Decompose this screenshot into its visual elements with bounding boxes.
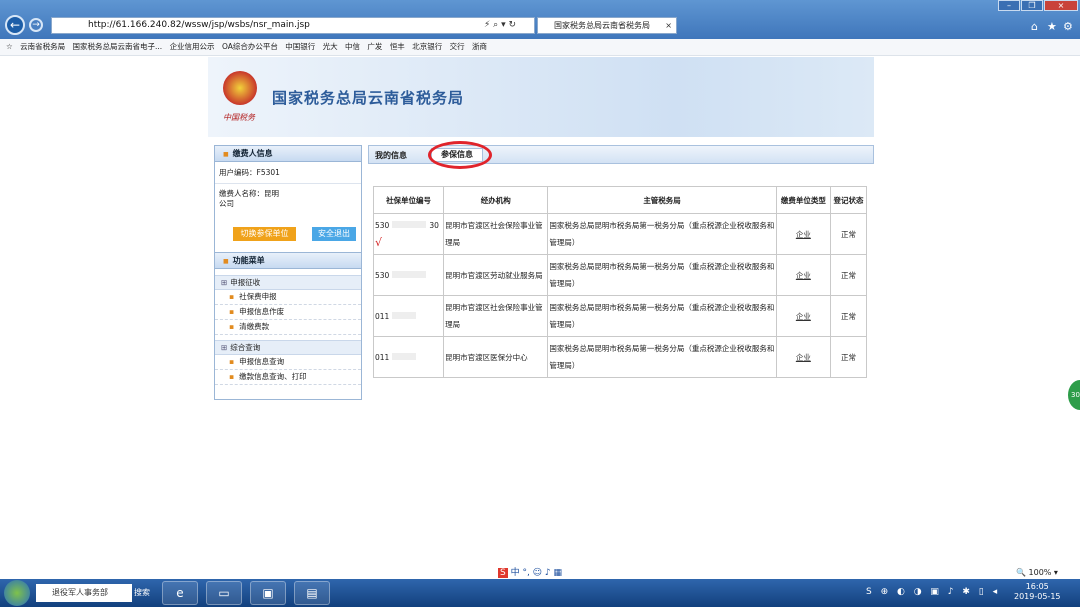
app2-icon[interactable]: ▤ <box>294 581 330 605</box>
col-unit-code: 社保单位编号 <box>372 186 445 214</box>
ime-status: 中 °, ☺ ♪ ▦ <box>510 568 563 578</box>
table-header-row: 社保单位编号 经办机构 主管税务局 缴费单位类型 登记状态 <box>372 186 868 214</box>
bureau: 国家税务总局昆明市税务局第一税务分局（重点税源企业税收服务和管理局） <box>547 213 777 255</box>
taxpayer-name-suffix: 公司 <box>219 199 234 208</box>
fav-item[interactable]: 恒丰 <box>390 42 405 51</box>
tax-emblem-icon <box>223 71 257 105</box>
taskbar-search-button[interactable]: 搜索 <box>134 584 150 602</box>
url-text: http://61.166.240.82/wssw/jsp/wsbs/nsr_m… <box>88 20 310 30</box>
address-bar[interactable]: http://61.166.240.82/wssw/jsp/wsbs/nsr_m… <box>51 17 535 34</box>
unit-code: 011 <box>372 295 445 337</box>
settings-gear-icon[interactable]: ⚙ <box>1063 20 1073 33</box>
close-tab-icon[interactable]: × <box>665 18 672 33</box>
taskbar-search-input[interactable]: 退役军人事务部 <box>36 584 132 602</box>
home-icon[interactable]: ⌂ <box>1031 20 1038 33</box>
bureau: 国家税务总局昆明市税务局第一税务分局（重点税源企业税收服务和管理局） <box>547 254 777 296</box>
fav-item[interactable]: 云南省税务局 <box>20 42 65 51</box>
unit-type-link[interactable]: 企业 <box>775 254 831 296</box>
fav-item[interactable]: 交行 <box>450 42 465 51</box>
agency: 昆明市官渡区社会保险事业管理局 <box>443 213 549 255</box>
agency: 昆明市官渡区劳动就业服务局 <box>443 254 549 296</box>
sogou-icon: S <box>498 568 508 578</box>
fav-item[interactable]: 企业信用公示 <box>170 42 215 51</box>
fav-item[interactable]: 光大 <box>323 42 338 51</box>
page-title: 国家税务总局云南省税务局 <box>272 89 465 107</box>
logout-button[interactable]: 安全退出 <box>312 227 356 241</box>
highlight-circle <box>428 141 492 169</box>
favorites-star-icon[interactable]: ★ <box>1047 20 1057 33</box>
favorite-star-icon: ☆ <box>6 42 13 51</box>
menu-item-declare-void[interactable]: 申报信息作废 <box>215 305 361 320</box>
function-menu-title: 功能菜单 <box>215 253 361 269</box>
unit-code: 530 30 √ <box>372 213 445 255</box>
folder-icon[interactable]: ▭ <box>206 581 242 605</box>
taxpayer-name-label: 缴费人名称：昆明 <box>219 189 279 198</box>
col-bureau: 主管税务局 <box>547 186 777 214</box>
selected-check-icon: √ <box>375 235 383 249</box>
taskbar: 退役军人事务部 搜索 e ▭ ▣ ▤ S ⊕ ◐ ◑ ▣ ♪ ✱ ▯ ◂ 16:… <box>0 579 1080 607</box>
fav-item[interactable]: 中信 <box>345 42 360 51</box>
favorites-bar: ☆ 云南省税务局 国家税务总局云南省电子... 企业信用公示 OA综合办公平台 … <box>0 39 1080 56</box>
insured-units-table: 社保单位编号 经办机构 主管税务局 缴费单位类型 登记状态 530 30 √ 昆明市… <box>372 186 868 378</box>
agency: 昆明市官渡区社会保险事业管理局 <box>443 295 549 337</box>
taxpayer-name: 缴费人名称：昆明 公司 <box>215 184 361 212</box>
forward-button[interactable]: → <box>29 18 43 32</box>
fav-item[interactable]: 北京银行 <box>412 42 442 51</box>
col-agency: 经办机构 <box>443 186 549 214</box>
fav-item[interactable]: 浙商 <box>472 42 487 51</box>
unit-code: 530 <box>372 254 445 296</box>
floating-widget-button[interactable]: 30 <box>1068 380 1080 410</box>
menu-item-payment-query-print[interactable]: 缴款信息查询、打印 <box>215 370 361 385</box>
menu-item-pay-fees[interactable]: 清缴费款 <box>215 320 361 335</box>
menu-item-declare-query[interactable]: 申报信息查询 <box>215 355 361 370</box>
taxpayer-info-title: 缴费人信息 <box>215 146 361 162</box>
status: 正常 <box>829 336 868 378</box>
zoom-level[interactable]: 🔍 100% ▾ <box>1016 568 1058 577</box>
menu-item-social-fee-declare[interactable]: 社保费申报 <box>215 290 361 305</box>
fav-item[interactable]: 国家税务总局云南省电子... <box>73 42 163 51</box>
switch-unit-button[interactable]: 切换参保单位 <box>233 227 296 241</box>
table-row[interactable]: 011 昆明市官渡区医保分中心 国家税务总局昆明市税务局第一税务分局（重点税源企… <box>372 336 868 378</box>
bureau: 国家税务总局昆明市税务局第一税务分局（重点税源企业税收服务和管理局） <box>547 295 777 337</box>
user-code: 用户编码：F5301 <box>215 162 361 184</box>
col-status: 登记状态 <box>829 186 868 214</box>
address-tools-icon[interactable]: ⚡ ⌕ ▾ ↻ <box>484 18 516 33</box>
clock[interactable]: 16:05 2019-05-15 <box>1014 582 1061 602</box>
back-button[interactable]: ← <box>5 15 25 35</box>
status: 正常 <box>829 254 868 296</box>
unit-type-link[interactable]: 企业 <box>775 295 831 337</box>
close-window-button[interactable]: × <box>1044 0 1078 11</box>
agency: 昆明市官渡区医保分中心 <box>443 336 549 378</box>
unit-type-link[interactable]: 企业 <box>775 336 831 378</box>
menu-group-query[interactable]: 综合查询 <box>215 340 361 355</box>
app-icon[interactable]: ▣ <box>250 581 286 605</box>
fav-item[interactable]: 中国银行 <box>285 42 315 51</box>
table-row[interactable]: 011 昆明市官渡区社会保险事业管理局 国家税务总局昆明市税务局第一税务分局（重… <box>372 295 868 337</box>
fav-item[interactable]: 广发 <box>367 42 382 51</box>
ime-toolbar[interactable]: S 中 °, ☺ ♪ ▦ <box>498 565 562 578</box>
restore-button[interactable]: ❐ <box>1021 0 1043 11</box>
browser-titlebar: ← → http://61.166.240.82/wssw/jsp/wsbs/n… <box>0 0 1080 39</box>
fav-item[interactable]: OA综合办公平台 <box>222 42 278 51</box>
status: 正常 <box>829 213 868 255</box>
browser-tab[interactable]: 国家税务总局云南省税务局 × <box>537 17 677 34</box>
start-button[interactable] <box>4 580 30 606</box>
taxpayer-info-panel: 缴费人信息 用户编码：F5301 缴费人名称：昆明 公司 切换参保单位 安全退出 <box>214 145 362 257</box>
system-tray-icons[interactable]: S ⊕ ◐ ◑ ▣ ♪ ✱ ▯ ◂ <box>866 587 1000 597</box>
header-banner: 中国税务 国家税务总局云南省税务局 <box>208 57 874 137</box>
minimize-button[interactable]: – <box>998 0 1020 11</box>
ie-icon[interactable]: e <box>162 581 198 605</box>
tab-title: 国家税务总局云南省税务局 <box>554 21 650 30</box>
unit-type-link[interactable]: 企业 <box>775 213 831 255</box>
table-row[interactable]: 530 昆明市官渡区劳动就业服务局 国家税务总局昆明市税务局第一税务分局（重点税… <box>372 254 868 296</box>
tab-my-info[interactable]: 我的信息 <box>375 150 407 161</box>
bureau: 国家税务总局昆明市税务局第一税务分局（重点税源企业税收服务和管理局） <box>547 336 777 378</box>
table-row[interactable]: 530 30 √ 昆明市官渡区社会保险事业管理局 国家税务总局昆明市税务局第一税务分… <box>372 213 868 255</box>
function-menu: 功能菜单 申报征收 社保费申报 申报信息作废 清缴费款 综合查询 申报信息查询 … <box>214 252 362 400</box>
menu-group-declare[interactable]: 申报征收 <box>215 275 361 290</box>
status: 正常 <box>829 295 868 337</box>
unit-code: 011 <box>372 336 445 378</box>
col-unit-type: 缴费单位类型 <box>775 186 831 214</box>
emblem-text: 中国税务 <box>223 113 255 122</box>
